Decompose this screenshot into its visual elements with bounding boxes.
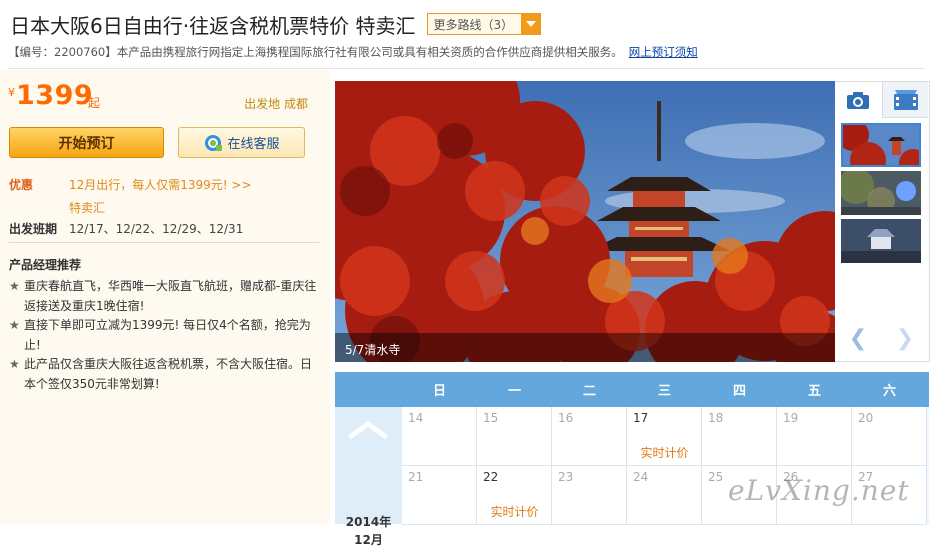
weekday-label: 日 (432, 384, 446, 399)
chevron-down-icon (521, 14, 541, 34)
calendar-day-cell: 23 (552, 466, 627, 525)
calendar-day-cell: 21 (402, 466, 477, 525)
calendar-day-number: 19 (783, 411, 799, 425)
calendar-year: 2014年 (345, 515, 392, 529)
price-suffix: 起 (88, 96, 101, 110)
recommend-list: ★ 重庆春航直飞，华西唯一大阪直飞航班，赠成都-重庆往返接送及重庆1晚住宿! ★ 直… (9, 277, 321, 394)
thumbnail-image (841, 219, 921, 263)
header-divider (8, 68, 925, 69)
calendar-day-number: 25 (708, 470, 724, 484)
calendar-day-number: 21 (408, 470, 424, 484)
photo-caption: 5/7清水寺 (335, 333, 835, 362)
calendar-day-number: 20 (858, 411, 874, 425)
star-icon: ★ (9, 318, 20, 332)
calendar-month-column: 2014年 12月 (335, 407, 402, 547)
product-description: 【编号：2200760】本产品由携程旅行网指定上海携程国际旅行社有限公司或具有相… (8, 44, 698, 60)
booking-panel: ¥ 1399 起 出发地 成都 开始预订 在线客服 优惠 12月出行，每人仅需1… (0, 70, 330, 524)
start-booking-button[interactable]: 开始预订 (9, 127, 164, 158)
calendar-prev-month-button[interactable] (348, 419, 388, 439)
customer-service-icon (205, 134, 223, 151)
next-photo-button[interactable]: ❯ (883, 321, 927, 355)
weekday-label: 五 (807, 384, 821, 399)
booking-notice-link[interactable]: 网上预订须知 (629, 45, 698, 59)
recommend-text: 此产品仅含重庆大阪往返含税机票，不含大阪住宿。日本个签仅350元非常划算! (24, 357, 313, 391)
calendar-day-number: 24 (633, 470, 649, 484)
realtime-price-link[interactable]: 实时计价 (477, 503, 552, 520)
calendar-day-number: 17 (633, 411, 649, 425)
film-icon (893, 89, 918, 110)
weekday-label: 三 (657, 384, 671, 399)
calendar-day-number: 18 (708, 411, 724, 425)
more-routes-dropdown[interactable]: 更多路线（3） (427, 13, 542, 35)
calendar-day-cell: 18 (702, 407, 777, 466)
product-description-text: 【编号：2200760】本产品由携程旅行网指定上海携程国际旅行社有限公司或具有相… (8, 45, 623, 59)
calendar-day-cell: 14 (402, 407, 477, 466)
panel-divider (9, 242, 319, 243)
price-row: ¥ 1399 起 出发地 成都 (8, 80, 308, 114)
title-row: 日本大阪6日自由行·往返含税机票特价 特卖汇 更多路线（3） (10, 9, 542, 39)
thumbnail-selected[interactable] (841, 123, 921, 167)
calendar-month-label: 2014年 12月 (335, 513, 402, 549)
thumbnail-image (843, 125, 919, 165)
recommend-title: 产品经理推荐 (9, 258, 82, 272)
calendar-day-number: 23 (558, 470, 574, 484)
thumbnail-image (841, 171, 921, 215)
promo-tag: 特卖汇 (69, 201, 106, 215)
previous-photo-button[interactable]: ❮ (836, 321, 880, 355)
list-item: ★ 此产品仅含重庆大阪往返含税机票，不含大阪住宿。日本个签仅350元非常划算! (9, 355, 321, 394)
more-routes-label: 更多路线（3） (433, 17, 514, 32)
camera-icon (847, 92, 869, 109)
calendar-day-cell: 20 (852, 407, 927, 466)
promo-link[interactable]: 12月出行，每人仅需1399元! >> (69, 176, 252, 193)
tab-photos[interactable] (835, 82, 881, 118)
star-icon: ★ (9, 357, 20, 371)
online-service-button[interactable]: 在线客服 (178, 127, 305, 158)
tab-videos[interactable] (882, 82, 928, 118)
calendar-day-number: 15 (483, 411, 499, 425)
weekday-label: 六 (882, 384, 896, 399)
thumbnail-night[interactable] (841, 171, 921, 215)
calendar-day-cell: 19 (777, 407, 852, 466)
calendar-day-cell: 24 (627, 466, 702, 525)
schedule-dates: 12/17、12/22、12/29、12/31 (69, 222, 244, 236)
pagoda-image (335, 81, 835, 362)
main-photo[interactable] (335, 81, 835, 362)
realtime-price-link[interactable]: 实时计价 (627, 444, 702, 461)
currency-symbol: ¥ (8, 86, 15, 99)
calendar-day-cell: 15 (477, 407, 552, 466)
weekday-label: 四 (732, 384, 746, 399)
watermark: eLvXing.net (728, 474, 910, 507)
departure-city: 出发地 成都 (244, 97, 308, 111)
online-service-label: 在线客服 (227, 137, 280, 152)
calendar-month: 12月 (354, 533, 383, 547)
calendar-day-number: 22 (483, 470, 499, 484)
calendar-day-number: 14 (408, 411, 424, 425)
calendar-day-cell: 16 (552, 407, 627, 466)
promo-label: 优惠 (9, 178, 34, 192)
calendar-day-cell[interactable]: 22 实时计价 (477, 466, 552, 525)
thumbnail-castle[interactable] (841, 219, 921, 263)
price-value: 1399 (16, 80, 94, 111)
calendar-day-number: 16 (558, 411, 574, 425)
thumbnail-sidebar: ❮ ❯ (835, 81, 930, 362)
calendar-day-cell[interactable]: 17 实时计价 (627, 407, 702, 466)
schedule-label: 出发班期 (9, 222, 58, 236)
list-item: ★ 重庆春航直飞，华西唯一大阪直飞航班，赠成都-重庆往返接送及重庆1晚住宿! (9, 277, 321, 316)
weekday-label: 二 (582, 384, 596, 399)
recommend-text: 直接下单即可立减为1399元! 每日仅4个名额，抢完为止! (24, 318, 311, 352)
weekday-label: 一 (507, 384, 521, 399)
list-item: ★ 直接下单即可立减为1399元! 每日仅4个名额，抢完为止! (9, 316, 321, 355)
page-title: 日本大阪6日自由行·往返含税机票特价 特卖汇 (10, 13, 416, 38)
recommend-text: 重庆春航直飞，华西唯一大阪直飞航班，赠成都-重庆往返接送及重庆1晚住宿! (24, 279, 317, 313)
star-icon: ★ (9, 279, 20, 293)
